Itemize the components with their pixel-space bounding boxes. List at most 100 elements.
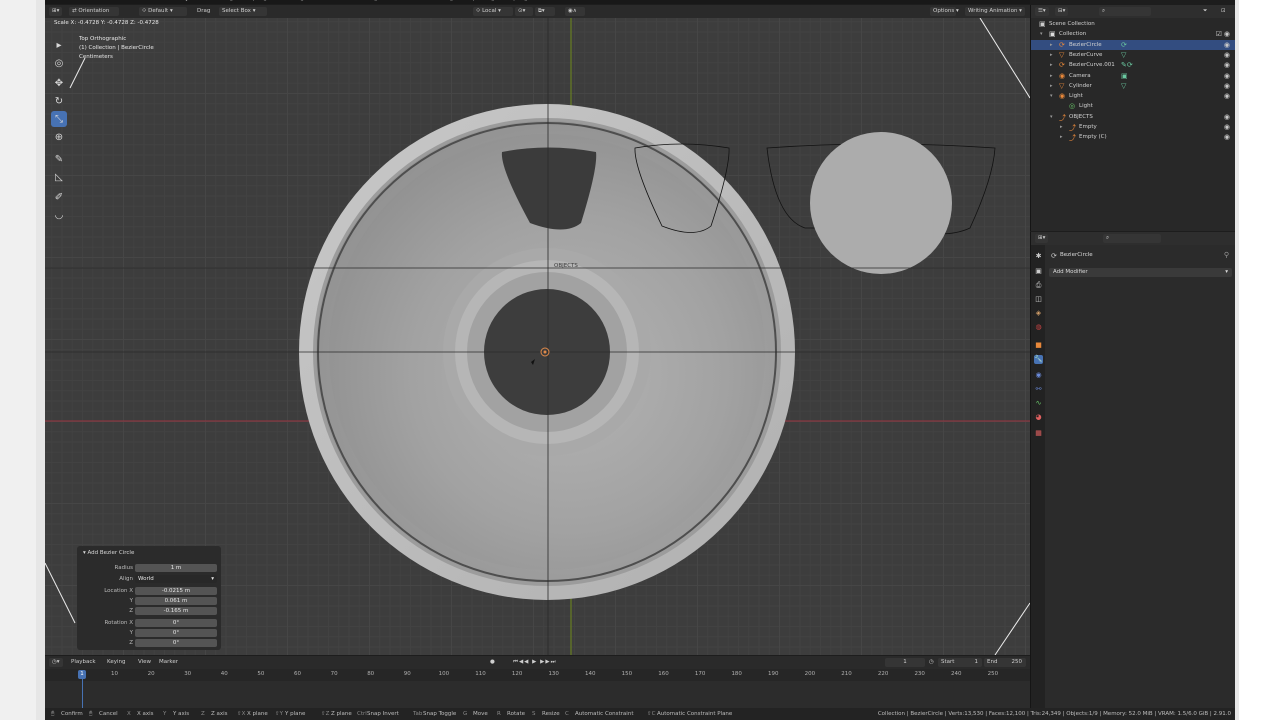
operator-panel[interactable]: ▾ Add Bezier Circle Radius 1 m Align Wor…	[77, 546, 221, 650]
object-tab-icon[interactable]: ■	[1034, 341, 1043, 350]
location-y-field[interactable]: 0.061 m	[135, 597, 217, 605]
tool-tab-icon[interactable]: ✱	[1034, 252, 1043, 261]
properties-editor-type-button[interactable]: ⊞▾	[1035, 234, 1049, 243]
workspace-tab[interactable]: Shading	[355, 0, 377, 2]
outliner-row[interactable]: ▸ ⤴ Empty ◉	[1031, 122, 1235, 132]
workspace-tab[interactable]: Rendering	[425, 0, 453, 2]
workspace-tab[interactable]: Layout	[179, 0, 198, 2]
drag-dropdown[interactable]: Select Box ▾	[219, 7, 267, 16]
output-tab-icon[interactable]: ⎙	[1034, 281, 1043, 290]
measure-icon[interactable]: ◺	[51, 169, 67, 185]
visibility-eye-icon[interactable]: ◉	[1224, 41, 1230, 49]
outliner-row[interactable]: ▸ ⤴ Empty (C) ◉	[1031, 132, 1235, 142]
display-mode-button[interactable]: ⊟▾	[1055, 7, 1069, 16]
physics-tab-icon[interactable]: ◉	[1034, 371, 1043, 380]
pivot-icon[interactable]: ⊙▾	[515, 7, 533, 16]
playhead[interactable]: 1	[78, 670, 86, 679]
visibility-eye-icon[interactable]: ◉	[1224, 51, 1230, 59]
outliner-row[interactable]: ▾ ⤴ OBJECTS ◉	[1031, 112, 1235, 122]
visibility-eye-icon[interactable]: ◉	[1224, 123, 1230, 131]
world-tab-icon[interactable]: ◍	[1034, 323, 1043, 332]
keying-menu[interactable]: Keying	[107, 659, 125, 665]
constraint-tab-icon[interactable]: ⚯	[1034, 385, 1043, 394]
timeline-ruler[interactable]: 10 20 30 40 50 60 70 80 90 100 110 120 130 140 150 160 1…	[45, 669, 1030, 681]
outliner-row[interactable]: ▾ ◉ Light ◉	[1031, 91, 1235, 101]
visibility-eye-icon[interactable]: ◉	[1224, 72, 1230, 80]
expand-arrow-icon[interactable]: ▾	[1050, 93, 1053, 99]
outliner-row[interactable]: ▣ Scene Collection	[1031, 19, 1235, 29]
expand-arrow-icon[interactable]: ▸	[1050, 52, 1053, 58]
rotation-x-field[interactable]: 0°	[135, 619, 217, 627]
visibility-eye-icon[interactable]: ◉	[1224, 92, 1230, 100]
snap-icon[interactable]: ⧉▾	[535, 7, 555, 16]
exclude-checkbox[interactable]: ☑	[1216, 30, 1222, 38]
pin-icon[interactable]: ⚲	[1224, 251, 1229, 259]
texture-tab-icon[interactable]: ▦	[1034, 429, 1043, 438]
properties-editor[interactable]: ⊞▾ ⌕ ✱ ▣ ⎙ ◫ ◈ ◍ ■ 🔧 ◉ ⚯ ∿ ◕ ▦ ⟳ BezierC…	[1030, 232, 1235, 708]
scale-icon[interactable]: ⤡	[51, 111, 67, 127]
timeline-editor-type-button[interactable]: ◷▾	[49, 658, 63, 667]
expand-arrow-icon[interactable]: ▸	[1060, 124, 1063, 130]
render-tab-icon[interactable]: ▣	[1034, 267, 1043, 276]
transform-space-dropdown[interactable]: ⟐ Local ▾	[473, 7, 513, 16]
record-icon[interactable]: ●	[490, 659, 495, 665]
outliner-row[interactable]: ▸ ▽ Cylinder ▽ ◉	[1031, 81, 1235, 91]
add-modifier-dropdown[interactable]: Add Modifier ▾	[1049, 268, 1232, 277]
editor-type-button[interactable]: ⊞▾	[49, 7, 63, 16]
rotation-z-field[interactable]: 0°	[135, 639, 217, 647]
start-frame-field[interactable]: Start 1	[938, 658, 982, 667]
writing-animation-dropdown[interactable]: Writing Animation ▾	[965, 7, 1025, 16]
cursor-select-icon[interactable]: ▸	[51, 37, 67, 53]
rotation-y-field[interactable]: 0°	[135, 629, 217, 637]
view-menu[interactable]: View	[138, 659, 151, 665]
expand-arrow-icon[interactable]: ▸	[1050, 42, 1053, 48]
workspace-tab[interactable]: Texture Paint	[310, 0, 346, 2]
orientation-value-dropdown[interactable]: ⟐ Default ▾	[139, 7, 187, 16]
expand-arrow-icon[interactable]: ▸	[1050, 73, 1053, 79]
visibility-eye-icon[interactable]: ◉	[1224, 30, 1230, 38]
orientation-dropdown[interactable]: ⇄ Orientation	[69, 7, 119, 16]
outliner-row[interactable]: ▸ ◉ Camera ▣ ◉	[1031, 71, 1235, 81]
draw-icon[interactable]: ✐	[51, 189, 67, 205]
workspace-tab[interactable]: Animation	[387, 0, 415, 2]
filter-icon[interactable]: ⏷	[1203, 8, 1207, 15]
current-frame-field[interactable]: 1	[885, 658, 925, 667]
proportional-edit-icon[interactable]: ◉∧	[565, 7, 585, 16]
data-tab-icon[interactable]: ∿	[1034, 399, 1043, 408]
visibility-eye-icon[interactable]: ◉	[1224, 61, 1230, 69]
workspace-tab[interactable]: Modeling	[208, 0, 233, 2]
expand-arrow-icon[interactable]: ▸	[1060, 134, 1063, 140]
visibility-eye-icon[interactable]: ◉	[1224, 113, 1230, 121]
expand-arrow-icon[interactable]: ▸	[1050, 83, 1053, 89]
radius-icon[interactable]: ◡	[51, 207, 67, 223]
workspace-tab[interactable]: Scripting	[503, 0, 527, 2]
expand-arrow-icon[interactable]: ▾	[1040, 31, 1043, 37]
radius-field[interactable]: 1 m	[135, 564, 217, 572]
rotate-icon[interactable]: ↻	[51, 93, 67, 109]
new-collection-icon[interactable]: ⊡	[1221, 8, 1226, 14]
visibility-eye-icon[interactable]: ◉	[1224, 82, 1230, 90]
workspace-tab[interactable]: Sculpting	[241, 0, 267, 2]
visibility-eye-icon[interactable]: ◉	[1224, 133, 1230, 141]
playback-controls[interactable]: ⏮◀◀ ▶ ▶▶⏭	[513, 659, 557, 666]
end-frame-field[interactable]: End 250	[984, 658, 1026, 667]
outliner-row[interactable]: ▸ ⟳ BezierCurve.001 ✎⟳ ◉	[1031, 60, 1235, 70]
outliner-search-input[interactable]: ⌕	[1099, 7, 1151, 16]
outliner-row[interactable]: ▸ ⟳ BezierCircle ⟳ ◉	[1031, 39, 1235, 50]
marker-menu[interactable]: Marker	[159, 659, 178, 665]
workspace-tab[interactable]: UV Editing	[275, 0, 304, 2]
preview-range-icon[interactable]: ◷	[929, 659, 934, 665]
align-dropdown[interactable]: World ▾	[135, 575, 217, 583]
outliner[interactable]: ☰▾ ⊟▾ ⌕ ⏷ ⊡ ▣ Scene Collection ▾ ▣ Collectio…	[1030, 5, 1235, 231]
outliner-row[interactable]: ▸ ▽ BezierCurve ▽ ◉	[1031, 50, 1235, 60]
options-dropdown[interactable]: Options ▾	[930, 7, 959, 16]
annotate-icon[interactable]: ✎	[51, 151, 67, 167]
location-z-field[interactable]: -0.165 m	[135, 607, 217, 615]
playback-menu[interactable]: Playback	[71, 659, 96, 665]
expand-arrow-icon[interactable]: ▾	[1050, 114, 1053, 120]
outliner-editor-type-button[interactable]: ☰▾	[1035, 7, 1049, 16]
location-x-field[interactable]: -0.0215 m	[135, 587, 217, 595]
view-layer-tab-icon[interactable]: ◫	[1034, 295, 1043, 304]
outliner-row[interactable]: ◎ Light	[1031, 101, 1235, 111]
move-icon[interactable]: ✥	[51, 75, 67, 91]
